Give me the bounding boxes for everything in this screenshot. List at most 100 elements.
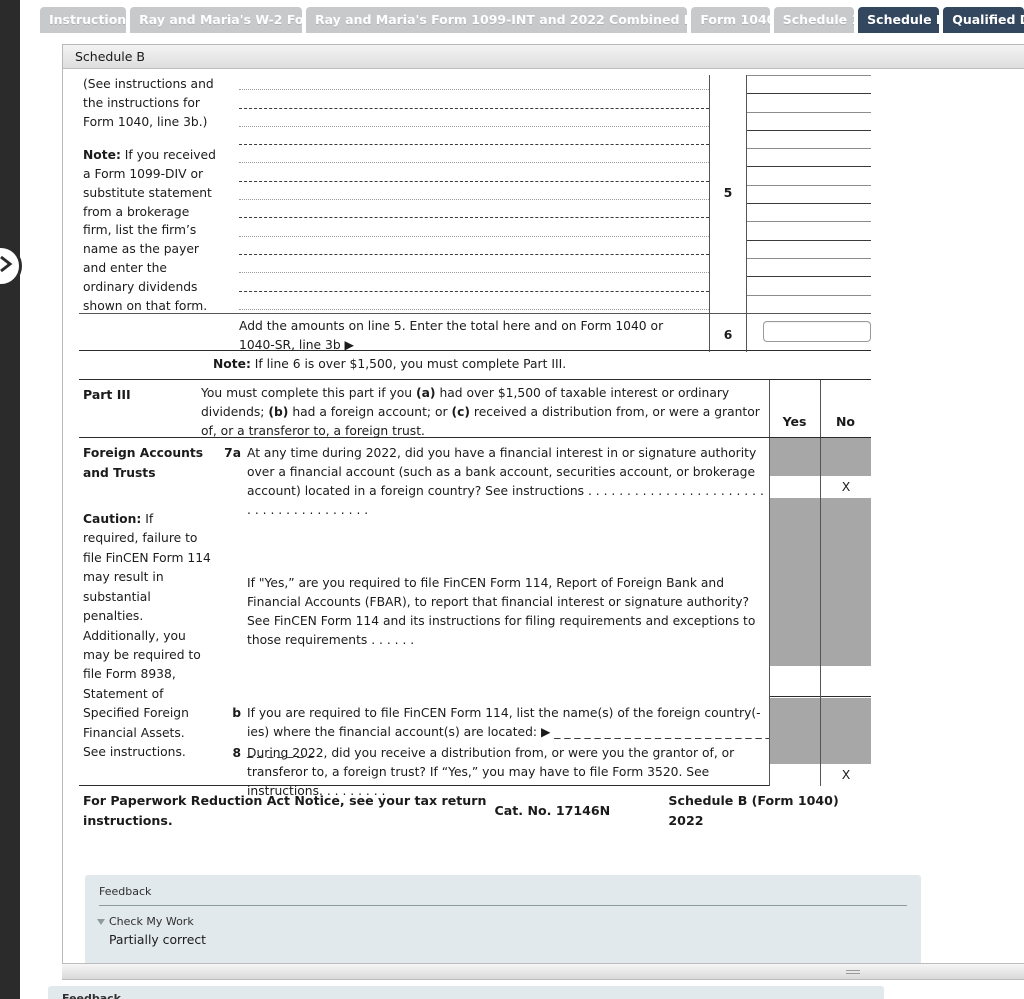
payer-row[interactable]	[239, 276, 709, 294]
feedback-title: Feedback	[99, 885, 152, 898]
left-rail	[0, 0, 20, 999]
answer-8-no-mark: X	[841, 767, 851, 783]
caution-note: Caution: If required, failure to file Fi…	[83, 510, 211, 762]
payer-entry-rows	[239, 75, 709, 313]
amount-row[interactable]	[747, 221, 871, 239]
question-8-text: During 2022, did you receive a distribut…	[247, 746, 735, 799]
instructions-gutter: (See instructions and the instructions f…	[83, 75, 221, 330]
payer-row[interactable]	[239, 112, 709, 130]
question-7a-number: 7a	[224, 446, 241, 461]
amount-row[interactable]	[747, 93, 871, 111]
foreign-accounts-side-label: Foreign Accounts and Trusts	[83, 446, 204, 480]
no-column-header: No	[835, 413, 856, 429]
line6-text: Add the amounts on line 5. Enter the tot…	[239, 319, 664, 353]
answer-fbar-no-mark	[821, 666, 871, 696]
triangle-down-icon	[97, 918, 105, 925]
check-my-work-toggle[interactable]: Check My Work	[85, 906, 921, 928]
catalog-number: Cat. No. 17146N	[494, 802, 611, 818]
tab-instructions[interactable]: Instructions	[40, 7, 127, 33]
tab-qualified-dividends[interactable]: Qualified D	[943, 7, 1024, 33]
intro-seg: had a foreign account; or	[288, 405, 452, 420]
line6-rule-right	[746, 314, 747, 352]
payer-row[interactable]	[239, 258, 709, 276]
payer-row[interactable]	[239, 148, 709, 166]
payer-row[interactable]	[239, 203, 709, 221]
amount-row[interactable]	[747, 257, 871, 276]
amount-row[interactable]	[747, 111, 871, 130]
amount-row[interactable]	[747, 129, 871, 148]
amount-row[interactable]	[747, 294, 871, 313]
part-iii-intro: You must complete this part if you (a) h…	[201, 384, 763, 441]
question-7a-text: At any time during 2022, did you have a …	[247, 446, 772, 518]
answer-7a-yes-mark	[770, 476, 820, 498]
form-panel: Schedule B (See instructions and the ins…	[62, 44, 1024, 964]
form-tabs: Instructions Ray and Maria's W-2 Forms R…	[36, 0, 1024, 40]
horizontal-scrollbar[interactable]	[62, 963, 1024, 980]
panel-title: Schedule B	[63, 45, 1024, 69]
answer-8-yes[interactable]	[770, 764, 820, 787]
answer-fbar-yes[interactable]	[770, 666, 820, 697]
answer-7a-no[interactable]: X	[821, 476, 871, 499]
answer-shade	[821, 498, 871, 667]
note-line-text: If line 6 is over $1,500, you must compl…	[250, 357, 567, 371]
intro-seg-a: (a)	[416, 386, 436, 401]
line5-amount-column	[747, 75, 871, 313]
payer-row[interactable]	[239, 93, 709, 111]
schedule-b-form: (See instructions and the instructions f…	[79, 75, 871, 830]
tab-schedule-1[interactable]: Schedule 1	[773, 7, 855, 33]
part-iii-questions: Foreign Accounts and Trusts Caution: If …	[79, 437, 871, 798]
answer-7a-no-mark: X	[841, 479, 851, 495]
amount-row[interactable]	[747, 276, 871, 294]
part-iii-section: Part III You must complete this part if …	[79, 379, 871, 438]
amount-row[interactable]	[747, 239, 871, 258]
gutter-note-text: If you received a Form 1099-DIV or subst…	[83, 147, 216, 314]
panel-body: (See instructions and the instructions f…	[63, 69, 1024, 963]
line6-row: Add the amounts on line 5. Enter the tot…	[79, 313, 871, 352]
payer-row[interactable]	[239, 240, 709, 258]
amount-row[interactable]	[747, 148, 871, 166]
amount-row[interactable]	[747, 184, 871, 203]
answer-shade	[821, 698, 871, 765]
answer-8-no[interactable]: X	[821, 764, 871, 787]
tab-1099-forms[interactable]: Ray and Maria's Form 1099-INT and 2022 C…	[305, 7, 688, 33]
feedback-panel-bottom: Feedback	[48, 986, 884, 999]
amount-row[interactable]	[747, 75, 871, 93]
feedback-card: Feedback Check My Work Partially correct	[85, 875, 921, 963]
tab-schedule-b[interactable]: Schedule B	[858, 7, 940, 33]
payer-row[interactable]	[239, 221, 709, 239]
answer-fbar-yes-mark	[770, 666, 820, 696]
line6-amount-input[interactable]	[763, 321, 871, 342]
amount-row[interactable]	[747, 203, 871, 221]
payer-row[interactable]	[239, 185, 709, 203]
tab-form-1040[interactable]: Form 1040	[691, 7, 770, 33]
answer-rule-mid	[820, 438, 821, 787]
part-iii-label: Part III	[83, 387, 131, 403]
answer-fbar-no[interactable]	[821, 666, 871, 697]
answer-7a-yes[interactable]	[770, 476, 820, 499]
note-line: Note: If line 6 is over $1,500, you must…	[79, 351, 871, 379]
amount-row[interactable]	[747, 166, 871, 184]
line6-number: 6	[723, 328, 733, 342]
resize-grip-icon[interactable]	[846, 970, 860, 975]
answer-shade	[770, 698, 820, 765]
feedback-result: Partially correct	[109, 932, 207, 947]
check-my-work-label: Check My Work	[109, 915, 194, 928]
caution-text: If required, failure to file FinCEN Form…	[83, 512, 211, 760]
intro-seg: You must complete this part if you	[201, 386, 416, 401]
payer-row[interactable]	[239, 130, 709, 148]
chevron-right-icon	[0, 254, 14, 278]
question-fbar-text: If "Yes,” are you required to file FinCE…	[247, 576, 756, 648]
payer-row[interactable]	[239, 166, 709, 184]
intro-seg-c: (c)	[451, 405, 470, 420]
note-line-label: Note:	[213, 357, 251, 371]
payer-row[interactable]	[239, 75, 709, 93]
answer-shade	[770, 498, 820, 667]
app-root: Instructions Ray and Maria's W-2 Forms R…	[0, 0, 1024, 999]
answer-shade	[770, 438, 820, 477]
tab-w2-forms[interactable]: Ray and Maria's W-2 Forms	[130, 7, 302, 33]
payer-row[interactable]	[239, 295, 709, 313]
question-8-number: 8	[232, 746, 241, 761]
yes-column-header: Yes	[782, 413, 807, 429]
line5-number-column: 5	[710, 75, 746, 202]
gutter-note-label: Note:	[83, 147, 121, 162]
